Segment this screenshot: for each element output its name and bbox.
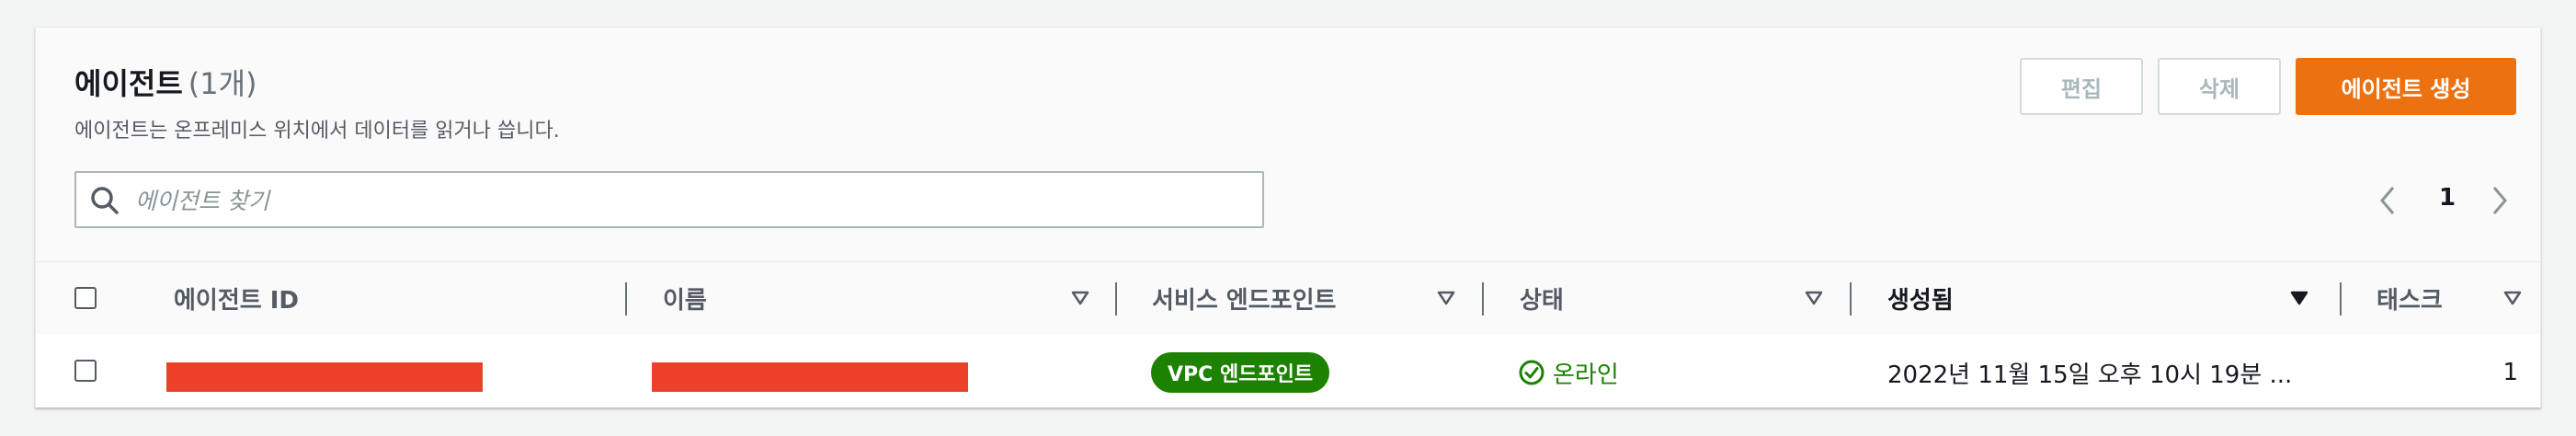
chevron-right-icon[interactable] xyxy=(2489,184,2511,217)
create-agent-button[interactable]: 에이전트 생성 xyxy=(2296,58,2516,115)
status-indicator: 온라인 xyxy=(1518,354,1619,391)
table-header: 에이전트 ID 이름 서비스 엔드포인트 상태 생성됨 태스크 xyxy=(36,261,2540,335)
column-divider[interactable] xyxy=(1115,282,1117,316)
edit-button[interactable]: 편집 xyxy=(2020,58,2143,115)
search-icon xyxy=(91,187,119,214)
redacted-agent-name xyxy=(652,362,968,392)
column-divider[interactable] xyxy=(1482,282,1484,316)
search-input[interactable] xyxy=(133,180,1240,221)
column-service-endpoint[interactable]: 서비스 엔드포인트 xyxy=(1152,262,1336,334)
sort-icon[interactable] xyxy=(2503,290,2522,306)
column-divider[interactable] xyxy=(625,282,627,316)
title-text: 에이전트 xyxy=(74,66,183,101)
column-agent-id[interactable]: 에이전트 ID xyxy=(174,262,299,334)
page-title: 에이전트 (1개) xyxy=(74,61,257,103)
select-all-checkbox[interactable] xyxy=(74,287,97,309)
created-date: 2022년 11월 15일 오후 10시 19분 ... xyxy=(1887,361,2293,389)
row-checkbox[interactable] xyxy=(74,360,97,382)
task-count: 1 xyxy=(2502,359,2518,386)
service-endpoint-badge: VPC 엔드포인트 xyxy=(1151,352,1330,393)
agents-panel: 에이전트 (1개) 에이전트는 온프레미스 위치에서 데이터를 읽거나 씁니다. … xyxy=(35,27,2541,407)
sort-icon[interactable] xyxy=(1437,290,1455,306)
table-row[interactable]: VPC 엔드포인트 온라인 2022년 11월 15일 오후 10시 19분 .… xyxy=(36,334,2540,407)
delete-button[interactable]: 삭제 xyxy=(2158,58,2281,115)
current-page[interactable]: 1 xyxy=(2439,184,2456,212)
column-status[interactable]: 상태 xyxy=(1520,262,1564,334)
status-text: 온라인 xyxy=(1553,361,1619,389)
chevron-left-icon[interactable] xyxy=(2377,184,2399,217)
column-tasks[interactable]: 태스크 xyxy=(2377,262,2443,334)
status-positive-icon xyxy=(1519,360,1544,385)
column-divider[interactable] xyxy=(1850,282,1852,316)
redacted-agent-id[interactable] xyxy=(166,362,483,392)
item-count: (1개) xyxy=(188,66,257,101)
column-name[interactable]: 이름 xyxy=(663,262,707,334)
search-box xyxy=(74,171,1264,228)
sort-icon[interactable] xyxy=(1071,290,1089,306)
column-divider[interactable] xyxy=(2340,282,2342,316)
page-description: 에이전트는 온프레미스 위치에서 데이터를 읽거나 씁니다. xyxy=(74,120,560,143)
column-created[interactable]: 생성됨 xyxy=(1887,262,1954,334)
sort-icon[interactable] xyxy=(1805,290,1823,306)
sort-descending-icon[interactable] xyxy=(2290,290,2308,306)
